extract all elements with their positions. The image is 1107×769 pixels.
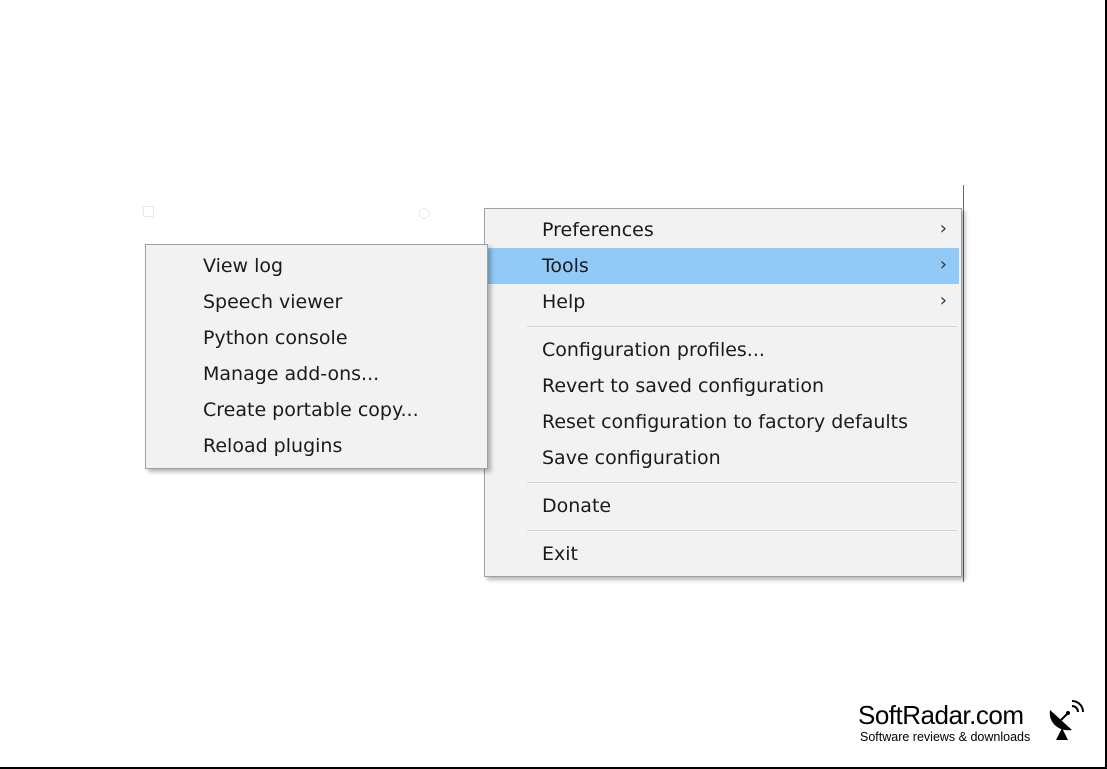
- menu-item-revert-configuration[interactable]: Revert to saved configuration: [487, 368, 959, 404]
- menu-item-label: Preferences: [542, 219, 654, 241]
- context-menu: Preferences › Tools › Help › Configurati…: [484, 208, 962, 577]
- menu-item-help[interactable]: Help ›: [487, 284, 959, 320]
- menu-item-label: View log: [203, 255, 284, 277]
- menu-item-tools[interactable]: Tools ›: [487, 248, 959, 284]
- menu-item-label: Create portable copy...: [203, 399, 419, 421]
- chevron-right-icon: ›: [939, 218, 947, 239]
- screen-edge: [963, 185, 964, 582]
- menu-item-label: Tools: [542, 255, 589, 277]
- watermark-tagline: Software reviews & downloads: [860, 730, 1031, 744]
- menu-item-label: Help: [542, 291, 586, 313]
- submenu-item-speech-viewer[interactable]: Speech viewer: [148, 284, 485, 320]
- menu-separator: [527, 482, 957, 483]
- menu-item-exit[interactable]: Exit: [487, 536, 959, 572]
- submenu-item-python-console[interactable]: Python console: [148, 320, 485, 356]
- menu-item-label: Python console: [203, 327, 348, 349]
- menu-separator: [527, 326, 957, 327]
- menu-item-label: Reset configuration to factory defaults: [542, 411, 909, 433]
- menu-item-label: Reload plugins: [203, 435, 343, 457]
- watermark-brand: SoftRadar.com: [858, 700, 1024, 730]
- tools-submenu: View log Speech viewer Python console Ma…: [145, 244, 488, 469]
- chevron-right-icon: ›: [939, 290, 947, 311]
- menu-item-label: Configuration profiles...: [542, 339, 765, 361]
- menu-item-configuration-profiles[interactable]: Configuration profiles...: [487, 332, 959, 368]
- satellite-dish-icon: [1049, 700, 1084, 740]
- menu-item-donate[interactable]: Donate: [487, 488, 959, 524]
- menu-item-preferences[interactable]: Preferences ›: [487, 212, 959, 248]
- menu-item-save-configuration[interactable]: Save configuration: [487, 440, 959, 476]
- menu-item-label: Save configuration: [542, 447, 721, 469]
- submenu-item-create-portable-copy[interactable]: Create portable copy...: [148, 392, 485, 428]
- menu-item-label: Exit: [542, 543, 578, 565]
- submenu-item-manage-addons[interactable]: Manage add-ons...: [148, 356, 485, 392]
- menu-item-label: Speech viewer: [203, 291, 343, 313]
- menu-item-label: Donate: [542, 495, 612, 517]
- chevron-right-icon: ›: [939, 254, 947, 275]
- menu-item-label: Revert to saved configuration: [542, 375, 824, 397]
- submenu-item-view-log[interactable]: View log: [148, 248, 485, 284]
- menu-item-label: Manage add-ons...: [203, 363, 380, 385]
- faded-background-icon: ○: [418, 205, 431, 221]
- menu-separator: [527, 530, 957, 531]
- submenu-item-reload-plugins[interactable]: Reload plugins: [148, 428, 485, 464]
- faded-background-icon: □: [142, 203, 156, 219]
- softradar-watermark: SoftRadar.com Software reviews & downloa…: [858, 700, 1098, 750]
- menu-item-reset-configuration[interactable]: Reset configuration to factory defaults: [487, 404, 959, 440]
